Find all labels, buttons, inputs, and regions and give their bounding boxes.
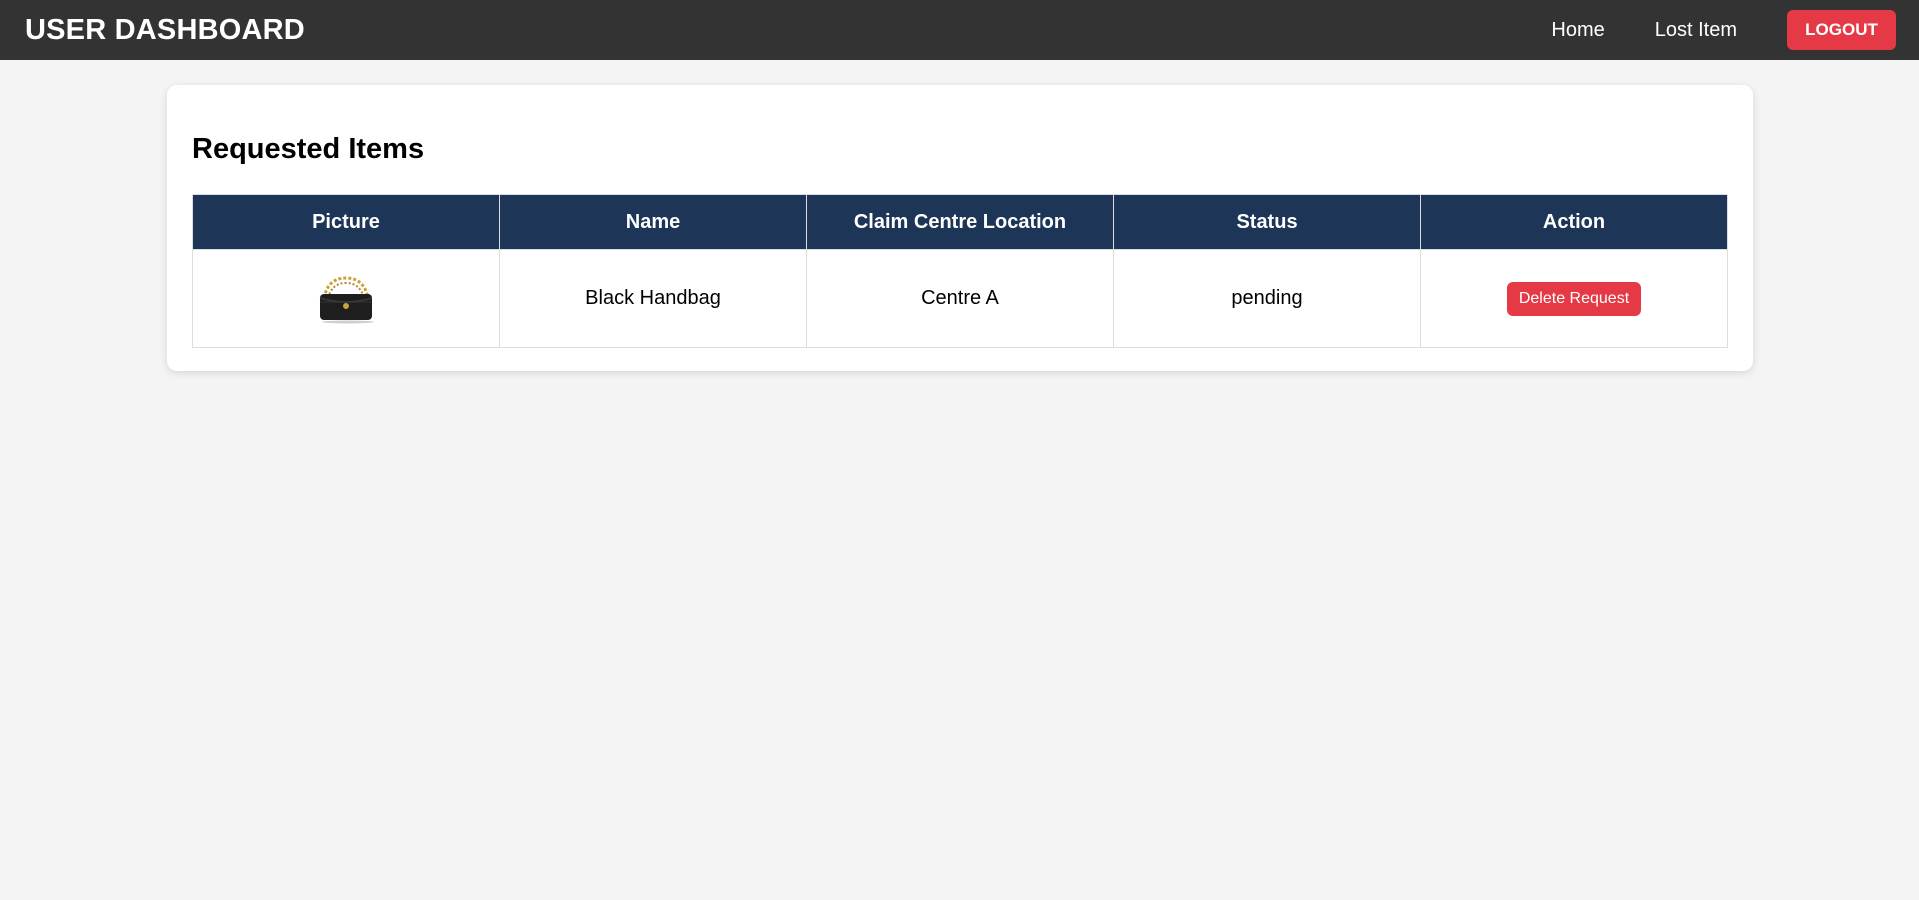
nav-link-home[interactable]: Home: [1551, 19, 1604, 42]
delete-request-button[interactable]: Delete Request: [1506, 281, 1642, 316]
column-header-action: Action: [1420, 194, 1728, 250]
logout-button[interactable]: LOGOUT: [1787, 10, 1896, 50]
column-header-status: Status: [1113, 194, 1421, 250]
column-header-name: Name: [499, 194, 807, 250]
nav-menu: Home Lost Item LOGOUT: [1551, 0, 1896, 60]
top-navbar: USER DASHBOARD Home Lost Item LOGOUT: [0, 0, 1919, 60]
location-cell: Centre A: [806, 249, 1114, 348]
picture-cell: [192, 249, 500, 348]
requested-items-card: Requested Items Picture Name Claim Centr…: [167, 85, 1753, 371]
table-header-row: Picture Name Claim Centre Location Statu…: [192, 194, 1728, 250]
table-row: Black Handbag Centre A pending Delete Re…: [192, 249, 1728, 348]
nav-link-lost-item[interactable]: Lost Item: [1655, 19, 1737, 42]
handbag-image: [314, 274, 378, 324]
action-cell: Delete Request: [1420, 249, 1728, 348]
app-title: USER DASHBOARD: [25, 13, 305, 46]
section-title: Requested Items: [192, 133, 425, 165]
column-header-location: Claim Centre Location: [806, 194, 1114, 250]
status-cell: pending: [1113, 249, 1421, 348]
column-header-picture: Picture: [192, 194, 500, 250]
item-name-cell: Black Handbag: [499, 249, 807, 348]
requested-items-table: Picture Name Claim Centre Location Statu…: [192, 194, 1728, 348]
